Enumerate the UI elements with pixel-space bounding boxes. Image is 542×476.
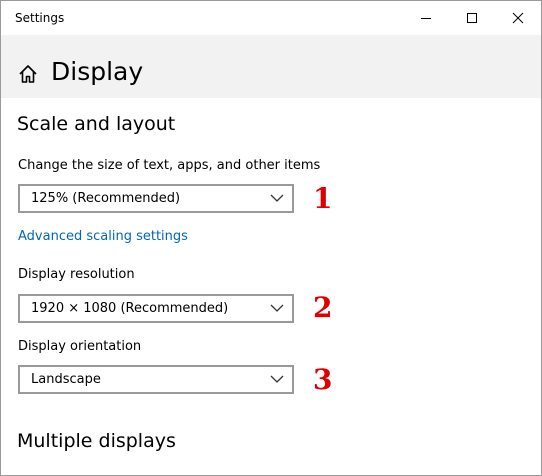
close-icon [512, 12, 524, 24]
scale-layout-heading: Scale and layout [17, 113, 176, 135]
settings-window: Settings Display Scale and layout Change… [0, 0, 542, 476]
orientation-dropdown[interactable]: Landscape [18, 365, 294, 394]
resolution-dropdown-value: 1920 × 1080 (Recommended) [31, 301, 229, 316]
chevron-down-icon [270, 194, 284, 202]
minimize-icon [421, 18, 431, 19]
annotation-marker-3: 3 [313, 363, 333, 396]
orientation-dropdown-value: Landscape [31, 372, 101, 387]
close-button[interactable] [495, 1, 541, 35]
orientation-label: Display orientation [18, 339, 142, 354]
scale-dropdown-value: 125% (Recommended) [31, 191, 181, 206]
page-header: Display [1, 35, 541, 98]
maximize-button[interactable] [449, 1, 495, 35]
title-bar: Settings [1, 1, 541, 35]
size-label: Change the size of text, apps, and other… [18, 158, 321, 173]
annotation-marker-1: 1 [313, 182, 333, 215]
scale-dropdown[interactable]: 125% (Recommended) [18, 184, 294, 213]
chevron-down-icon [270, 304, 284, 312]
page-title: Display [51, 57, 144, 86]
maximize-icon [467, 13, 477, 23]
multiple-displays-heading: Multiple displays [17, 430, 176, 452]
advanced-scaling-link[interactable]: Advanced scaling settings [18, 229, 188, 244]
home-icon[interactable] [17, 63, 39, 85]
window-title: Settings [15, 11, 65, 25]
annotation-marker-2: 2 [313, 291, 333, 324]
resolution-dropdown[interactable]: 1920 × 1080 (Recommended) [18, 294, 294, 323]
chevron-down-icon [270, 375, 284, 383]
minimize-button[interactable] [403, 1, 449, 35]
resolution-label: Display resolution [18, 267, 135, 282]
